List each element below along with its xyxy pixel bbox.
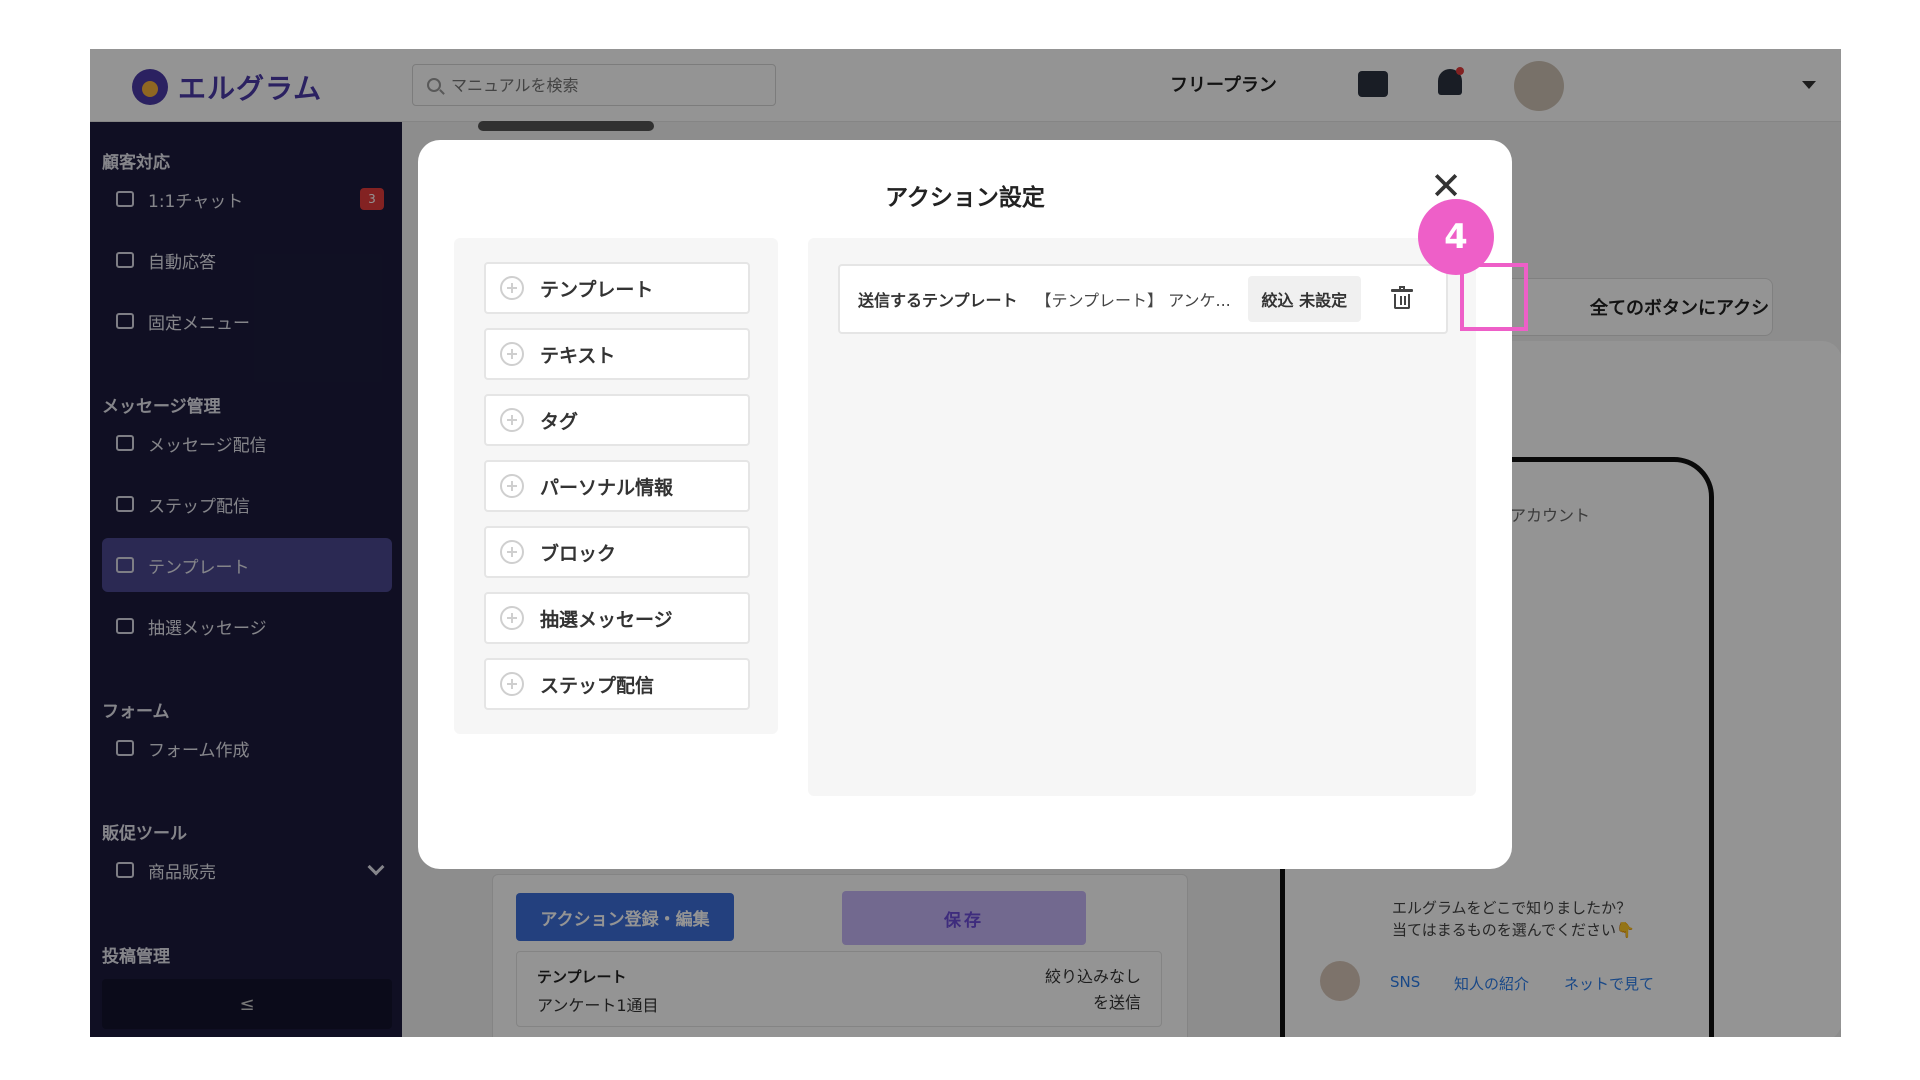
plus-circle-icon [500,540,524,564]
plus-circle-icon [500,276,524,300]
action-button-label: ステップ配信 [540,674,655,697]
plus-circle-icon [500,342,524,366]
action-button-label: 抽選メッセージ [540,608,673,631]
add-lottery-message-action-button[interactable]: 抽選メッセージ [484,592,750,644]
delete-action-button[interactable] [1372,268,1432,330]
plus-circle-icon [500,474,524,498]
action-button-label: パーソナル情報 [540,476,674,499]
action-button-label: テンプレート [540,278,654,301]
action-row-label: 送信するテンプレート [858,291,1018,310]
modal-title: アクション設定 [885,185,1045,211]
add-template-action-button[interactable]: テンプレート [484,262,750,314]
add-block-action-button[interactable]: ブロック [484,526,750,578]
configured-action-row: 送信するテンプレート 【テンプレート】 アンケ... 絞込 未設定 [838,264,1448,334]
highlight-box [1460,263,1528,331]
template-select[interactable]: 【テンプレート】 アンケ... [1036,287,1244,311]
action-type-list: テンプレート テキスト タグ パーソナル情報 ブロック 抽選メッセージ ステップ… [454,238,778,734]
action-button-label: ブロック [540,542,617,565]
add-tag-action-button[interactable]: タグ [484,394,750,446]
filter-button[interactable]: 絞込 未設定 [1247,276,1362,322]
add-text-action-button[interactable]: テキスト [484,328,750,380]
step-number-badge: 4 [1418,199,1494,275]
plus-circle-icon [500,408,524,432]
add-personal-info-action-button[interactable]: パーソナル情報 [484,460,750,512]
app-window: エルグラム フリープラン 顧客対応 1:1チャット 3 自動応答 固定メニュー … [90,49,1841,1037]
action-button-label: タグ [540,410,579,433]
action-settings-modal: アクション設定 ✕ テンプレート テキスト タグ パーソナル情報 ブロック 抽選… [418,140,1512,869]
plus-circle-icon [500,606,524,630]
add-step-delivery-action-button[interactable]: ステップ配信 [484,658,750,710]
plus-circle-icon [500,672,524,696]
action-button-label: テキスト [540,344,616,367]
trash-icon [1391,286,1413,309]
configured-actions-panel: 送信するテンプレート 【テンプレート】 アンケ... 絞込 未設定 [808,238,1476,796]
